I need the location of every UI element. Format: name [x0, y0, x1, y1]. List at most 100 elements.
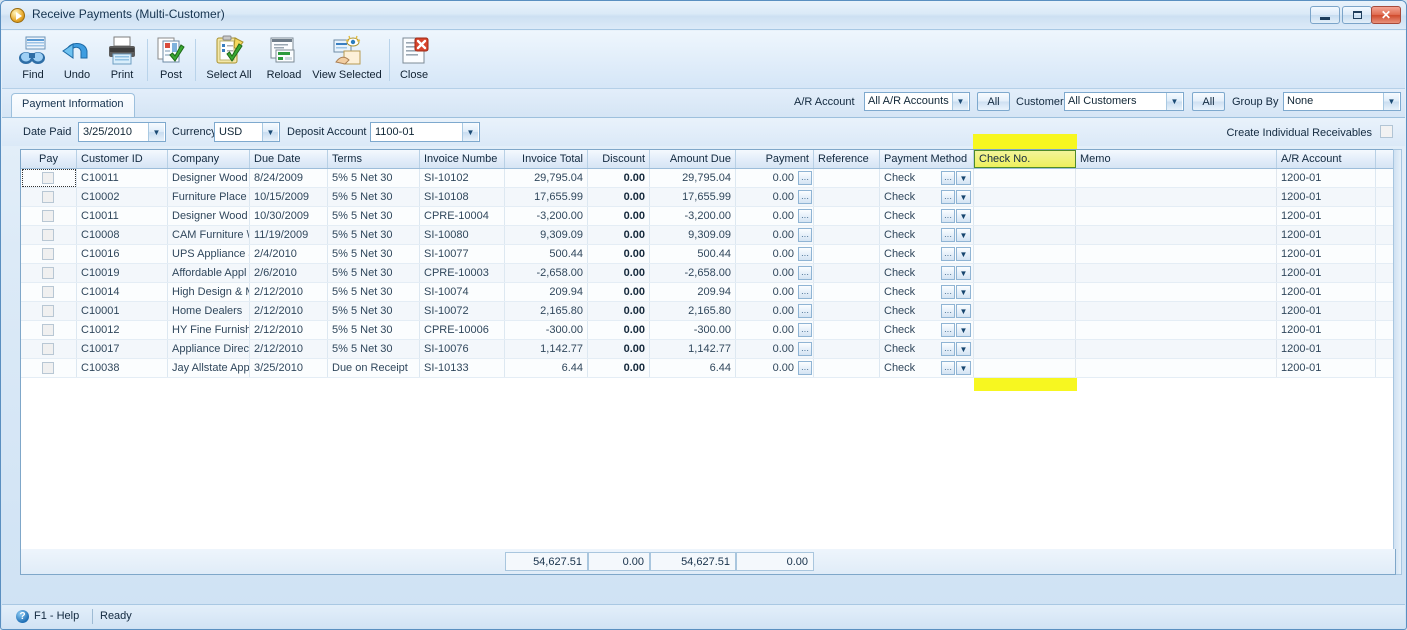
pay-checkbox[interactable] [42, 362, 54, 374]
cell-customer-id[interactable]: C10016 [77, 245, 168, 264]
table-row[interactable]: C10011 Designer Wood 10/30/2009 5% 5 Net 30… [21, 207, 1395, 226]
cell-due-date[interactable]: 2/12/2010 [250, 340, 328, 359]
cell-amount-due[interactable]: 1,142.77 [650, 340, 736, 359]
column-header-due-date[interactable]: Due Date [250, 150, 328, 168]
pay-checkbox[interactable] [42, 191, 54, 203]
cell-amount-due[interactable]: 2,165.80 [650, 302, 736, 321]
cell-ar-account[interactable]: 1200-01 [1277, 321, 1376, 340]
table-row[interactable]: C10001 Home Dealers 2/12/2010 5% 5 Net 30 SI… [21, 302, 1395, 321]
cell-invoice-total[interactable]: 6.44 [505, 359, 588, 378]
table-row[interactable]: C10019 Affordable Appl 2/6/2010 5% 5 Net 30… [21, 264, 1395, 283]
vertical-scrollbar[interactable] [1393, 149, 1402, 575]
payment-ellipsis-button[interactable]: ··· [798, 285, 812, 299]
cell-memo[interactable] [1076, 169, 1277, 188]
cell-amount-due[interactable]: -300.00 [650, 321, 736, 340]
cell-discount[interactable]: 0.00 [588, 340, 650, 359]
payment-method-dropdown-button[interactable]: ▼ [956, 190, 971, 204]
cell-due-date[interactable]: 2/12/2010 [250, 283, 328, 302]
date-paid-input[interactable]: 3/25/2010 ▼ [78, 122, 166, 142]
cell-ar-account[interactable]: 1200-01 [1277, 302, 1376, 321]
cell-reference[interactable] [814, 188, 880, 207]
cell-customer-id[interactable]: C10019 [77, 264, 168, 283]
cell-ar-account[interactable]: 1200-01 [1277, 207, 1376, 226]
cell-check-no[interactable] [974, 359, 1076, 378]
cell-amount-due[interactable]: 9,309.09 [650, 226, 736, 245]
close-window-button[interactable]: ✕ [1371, 6, 1401, 24]
cell-customer-id[interactable]: C10011 [77, 207, 168, 226]
cell-invoice-total[interactable]: -2,658.00 [505, 264, 588, 283]
table-row[interactable]: C10002 Furniture Place 10/15/2009 5% 5 Net … [21, 188, 1395, 207]
table-row[interactable]: C10016 UPS Appliance ξ 2/4/2010 5% 5 Net 30… [21, 245, 1395, 264]
cell-customer-id[interactable]: C10001 [77, 302, 168, 321]
payment-method-dropdown-button[interactable]: ▼ [956, 266, 971, 280]
cell-invoice-total[interactable]: -3,200.00 [505, 207, 588, 226]
cell-reference[interactable] [814, 264, 880, 283]
cell-invoice-number[interactable]: SI-10108 [420, 188, 505, 207]
cell-due-date[interactable]: 2/4/2010 [250, 245, 328, 264]
column-header-invoice-numbe[interactable]: Invoice Numbe [420, 150, 505, 168]
cell-invoice-total[interactable]: 29,795.04 [505, 169, 588, 188]
cell-terms[interactable]: 5% 5 Net 30 [328, 302, 420, 321]
cell-due-date[interactable]: 10/30/2009 [250, 207, 328, 226]
cell-discount[interactable]: 0.00 [588, 359, 650, 378]
table-row[interactable]: C10014 High Design & M 2/12/2010 5% 5 Net 3… [21, 283, 1395, 302]
cell-invoice-number[interactable]: SI-10072 [420, 302, 505, 321]
toolbar-button-undo[interactable]: Undo [54, 34, 100, 86]
cell-company[interactable]: Designer Wood [168, 169, 250, 188]
cell-terms[interactable]: 5% 5 Net 30 [328, 226, 420, 245]
cell-company[interactable]: Jay Allstate App [168, 359, 250, 378]
cell-check-no[interactable] [974, 302, 1076, 321]
payment-method-ellipsis-button[interactable]: ··· [941, 209, 955, 223]
toolbar-button-find[interactable]: Find [12, 34, 54, 86]
cell-company[interactable]: Furniture Place [168, 188, 250, 207]
cell-company[interactable]: HY Fine Furnish [168, 321, 250, 340]
customer-select[interactable]: All Customers ▼ [1064, 92, 1184, 111]
pay-checkbox[interactable] [42, 229, 54, 241]
cell-discount[interactable]: 0.00 [588, 226, 650, 245]
cell-invoice-number[interactable]: CPRE-10003 [420, 264, 505, 283]
cell-invoice-total[interactable]: -300.00 [505, 321, 588, 340]
cell-memo[interactable] [1076, 207, 1277, 226]
cell-customer-id[interactable]: C10038 [77, 359, 168, 378]
payment-method-dropdown-button[interactable]: ▼ [956, 361, 971, 375]
cell-ar-account[interactable]: 1200-01 [1277, 359, 1376, 378]
payment-method-ellipsis-button[interactable]: ··· [941, 304, 955, 318]
cell-terms[interactable]: 5% 5 Net 30 [328, 264, 420, 283]
pay-checkbox[interactable] [42, 343, 54, 355]
cell-due-date[interactable]: 3/25/2010 [250, 359, 328, 378]
cell-reference[interactable] [814, 169, 880, 188]
cell-terms[interactable]: 5% 5 Net 30 [328, 188, 420, 207]
pay-checkbox[interactable] [42, 324, 54, 336]
pay-checkbox[interactable] [42, 267, 54, 279]
cell-check-no[interactable] [974, 321, 1076, 340]
cell-discount[interactable]: 0.00 [588, 188, 650, 207]
cell-check-no[interactable] [974, 226, 1076, 245]
cell-due-date[interactable]: 2/12/2010 [250, 321, 328, 340]
cell-memo[interactable] [1076, 302, 1277, 321]
cell-discount[interactable]: 0.00 [588, 302, 650, 321]
cell-company[interactable]: Affordable Appl [168, 264, 250, 283]
column-header-customer-id[interactable]: Customer ID [77, 150, 168, 168]
cell-due-date[interactable]: 2/6/2010 [250, 264, 328, 283]
cell-ar-account[interactable]: 1200-01 [1277, 245, 1376, 264]
cell-customer-id[interactable]: C10002 [77, 188, 168, 207]
payment-method-dropdown-button[interactable]: ▼ [956, 209, 971, 223]
cell-due-date[interactable]: 10/15/2009 [250, 188, 328, 207]
table-row[interactable]: C10011 Designer Wood 8/24/2009 5% 5 Net 30 S… [21, 169, 1395, 188]
pay-checkbox[interactable] [42, 286, 54, 298]
cell-ar-account[interactable]: 1200-01 [1277, 283, 1376, 302]
payment-method-dropdown-button[interactable]: ▼ [956, 228, 971, 242]
cell-memo[interactable] [1076, 264, 1277, 283]
cell-check-no[interactable] [974, 283, 1076, 302]
payment-method-dropdown-button[interactable]: ▼ [956, 323, 971, 337]
table-row[interactable]: C10008 CAM Furniture \ 11/19/2009 5% 5 Net … [21, 226, 1395, 245]
cell-invoice-total[interactable]: 9,309.09 [505, 226, 588, 245]
toolbar-button-select-all[interactable]: Select All [198, 34, 260, 86]
cell-terms[interactable]: 5% 5 Net 30 [328, 283, 420, 302]
cell-check-no[interactable] [974, 207, 1076, 226]
toolbar-button-post[interactable]: Post [150, 34, 192, 86]
cell-invoice-number[interactable]: SI-10076 [420, 340, 505, 359]
cell-terms[interactable]: 5% 5 Net 30 [328, 321, 420, 340]
column-header-a-r-account[interactable]: A/R Account [1277, 150, 1376, 168]
cell-company[interactable]: Home Dealers [168, 302, 250, 321]
